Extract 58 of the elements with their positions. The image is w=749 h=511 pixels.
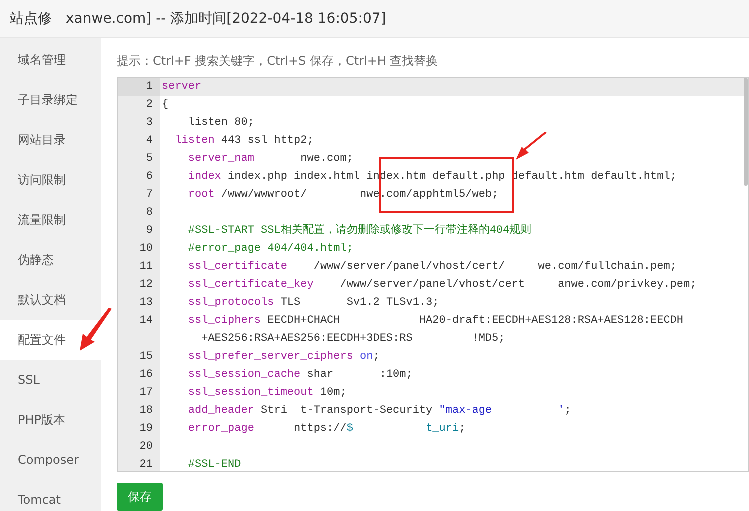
line-number: 11 [138, 260, 154, 275]
line-number: 7 [145, 188, 154, 203]
line-number: 5 [145, 152, 154, 167]
code-line: ssl_certificate_key /www/server/panel/vhost/cert anwe.com/privkey.pem; [187, 278, 697, 293]
sidebar-item[interactable]: 域名管理 [0, 40, 101, 80]
line-number: 6 [145, 170, 154, 185]
line-number: 1 [118, 78, 160, 96]
code-line: ssl_prefer_server_ciphers on; [187, 350, 380, 365]
line-number: 14 [138, 314, 154, 329]
sidebar-item[interactable]: 默认文档 [0, 280, 101, 320]
window-title: xanwe.com] -- 添加时间[2022-04-18 16:05:07] [66, 10, 386, 28]
code-line: error_page nttps://$ t_uri; [187, 422, 466, 437]
code-editor[interactable] [117, 77, 749, 472]
code-line: ssl_session_timeout 10m; [187, 386, 347, 401]
scrollbar-thumb[interactable] [744, 78, 748, 186]
line-number: 8 [145, 206, 154, 221]
code-line: +AES256:RSA+AES256:EECDH+3DES:RS !MD5; [200, 332, 506, 347]
arrow-icon [80, 308, 112, 351]
line-number: 19 [138, 422, 154, 437]
hint-text: 提示：Ctrl+F 搜索关键字，Ctrl+S 保存，Ctrl+H 查找替换 [117, 53, 440, 70]
line-number: 21 [138, 458, 154, 471]
line-number: 18 [138, 404, 154, 419]
sidebar-item[interactable]: 子目录绑定 [0, 80, 101, 120]
code-line: { [161, 98, 169, 113]
sidebar-item[interactable]: 伪静态 [0, 240, 101, 280]
code-line: #SSL-START SSL相关配置，请勿删除或修改下一行带注释的404规则 [187, 222, 532, 239]
sidebar-item[interactable]: 流量限制 [0, 200, 101, 240]
sidebar-item[interactable]: 访问限制 [0, 160, 101, 200]
code-line: add_header Stri t-Transport-Security "max-age '; [187, 404, 572, 419]
sidebar-item[interactable]: PHP版本 [0, 400, 101, 440]
line-number: 15 [138, 350, 154, 365]
code-line: ssl_protocols TLS Sv1.2 TLSv1.3; [187, 296, 440, 311]
code-line: listen 443 ssl http2; [174, 134, 314, 149]
line-number: 10 [138, 242, 154, 257]
line-number: 13 [138, 296, 154, 311]
line-number: 9 [145, 224, 154, 239]
code-line: ssl_certificate /www/server/panel/vhost/cert/ we.com/fullchain.pem; [187, 260, 677, 275]
sidebar-item[interactable]: 配置文件 [0, 320, 101, 360]
line-number: 4 [145, 134, 154, 149]
line-number: 12 [138, 278, 154, 293]
code-line: ssl_session_cache shar :10m; [187, 368, 413, 383]
line-number: 17 [138, 386, 154, 401]
code-line: server [161, 80, 202, 95]
window-title: 站点修 [10, 10, 52, 28]
code-line: #SSL-END [187, 458, 242, 471]
line-number: 20 [138, 440, 154, 455]
line-number: 3 [145, 116, 154, 131]
code-line: ssl_ciphers EECDH+CHACH HA20-draft:EECDH+AES128:RSA+AES128:EECDH [187, 314, 684, 329]
sidebar-item[interactable]: Composer [0, 440, 101, 480]
code-line: listen 80; [187, 116, 254, 131]
code-line: server_nam nwe.com; [187, 152, 354, 167]
sidebar-item[interactable]: 网站目录 [0, 120, 101, 160]
sidebar-item[interactable]: Tomcat [0, 480, 101, 511]
line-number: 2 [145, 98, 154, 113]
arrow-icon [516, 132, 547, 160]
code-line: #error_page 404/404.html; [187, 242, 354, 257]
line-number: 16 [138, 368, 154, 383]
sidebar-item[interactable]: SSL [0, 360, 101, 400]
